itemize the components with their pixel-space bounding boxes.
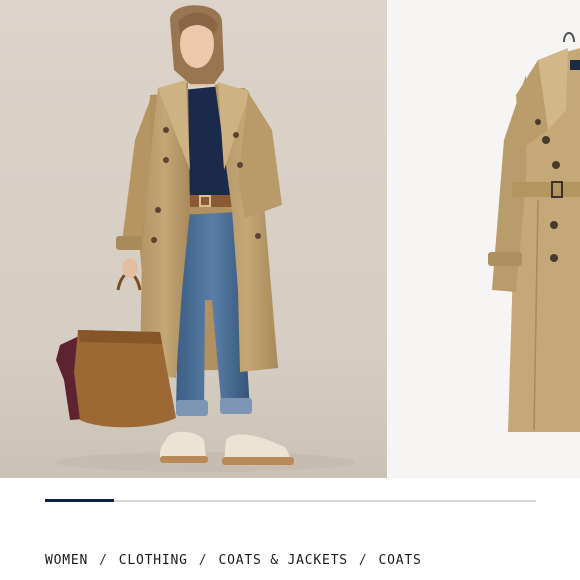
carousel-progress-track	[45, 500, 536, 502]
breadcrumb-separator: /	[358, 553, 368, 568]
product-image-carousel[interactable]	[0, 0, 580, 478]
breadcrumb-separator: /	[198, 553, 208, 568]
breadcrumb-item-coats-jackets[interactable]: COATS & JACKETS	[218, 553, 347, 568]
breadcrumb-item-coats[interactable]: COATS	[378, 553, 421, 568]
carousel-progress-bar	[45, 499, 536, 502]
breadcrumb-separator: /	[99, 553, 108, 568]
breadcrumb-item-women[interactable]: WOMEN	[45, 553, 88, 568]
breadcrumb-item-clothing[interactable]: CLOTHING	[119, 553, 188, 568]
breadcrumb: WOMEN / CLOTHING / COATS & JACKETS / COA…	[45, 553, 422, 568]
model-photo	[0, 0, 387, 478]
carousel-progress-fill	[45, 499, 114, 502]
carousel-slide-model-photo[interactable]	[0, 0, 387, 478]
carousel-slide-product-photo[interactable]	[388, 0, 580, 478]
coat-product-photo	[388, 0, 580, 478]
